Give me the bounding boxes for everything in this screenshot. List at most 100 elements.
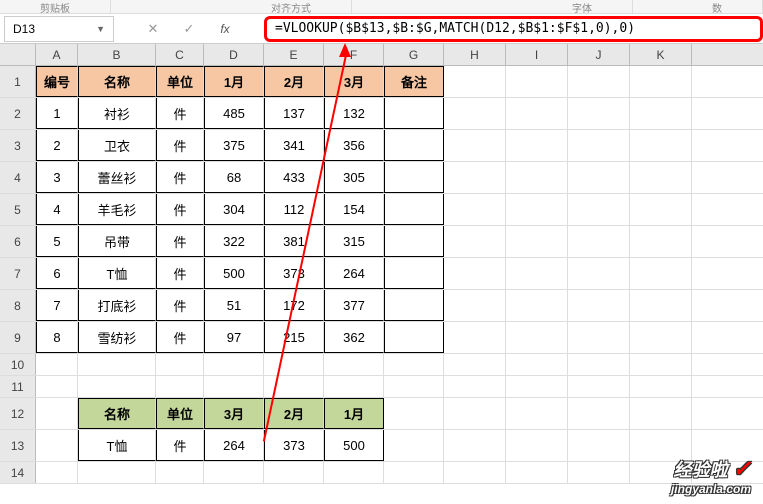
cell-H5[interactable]	[444, 194, 506, 225]
cancel-icon[interactable]: ✕	[144, 20, 162, 38]
cell-F6[interactable]: 315	[324, 226, 384, 257]
cell-J6[interactable]	[568, 226, 630, 257]
fx-icon[interactable]: fx	[216, 20, 234, 38]
cell-G8[interactable]	[384, 290, 444, 321]
cell-E6[interactable]: 381	[264, 226, 324, 257]
col-header-H[interactable]: H	[444, 44, 506, 65]
cell-G7[interactable]	[384, 258, 444, 289]
cell-G9[interactable]	[384, 322, 444, 353]
cell-D8[interactable]: 51	[204, 290, 264, 321]
col-header-K[interactable]: K	[630, 44, 692, 65]
col-header-D[interactable]: D	[204, 44, 264, 65]
col-header-F[interactable]: F	[324, 44, 384, 65]
cell-K5[interactable]	[630, 194, 692, 225]
cell-H6[interactable]	[444, 226, 506, 257]
cell-A5[interactable]: 4	[36, 194, 78, 225]
cell-A6[interactable]: 5	[36, 226, 78, 257]
cell-B12[interactable]: 名称	[78, 398, 156, 429]
cell-D5[interactable]: 304	[204, 194, 264, 225]
cell-I9[interactable]	[506, 322, 568, 353]
col-header-E[interactable]: E	[264, 44, 324, 65]
cell-C4[interactable]: 件	[156, 162, 204, 193]
cell-H7[interactable]	[444, 258, 506, 289]
cell-I5[interactable]	[506, 194, 568, 225]
cell-C3[interactable]: 件	[156, 130, 204, 161]
col-header-G[interactable]: G	[384, 44, 444, 65]
cell-D12[interactable]: 3月	[204, 398, 264, 429]
row-header-3[interactable]: 3	[0, 130, 36, 161]
cell-B6[interactable]: 吊带	[78, 226, 156, 257]
cell-A12[interactable]	[36, 398, 78, 429]
cell-J2[interactable]	[568, 98, 630, 129]
cell-G4[interactable]	[384, 162, 444, 193]
cell-I8[interactable]	[506, 290, 568, 321]
cell-G1[interactable]: 备注	[384, 66, 444, 97]
cell-J7[interactable]	[568, 258, 630, 289]
cell-J4[interactable]	[568, 162, 630, 193]
cell-K8[interactable]	[630, 290, 692, 321]
cell-B4[interactable]: 蕾丝衫	[78, 162, 156, 193]
cell-A9[interactable]: 8	[36, 322, 78, 353]
cell-D13[interactable]: 264	[204, 430, 264, 461]
cell-E13[interactable]: 373	[264, 430, 324, 461]
name-box[interactable]: D13 ▼	[4, 16, 114, 42]
cell-H3[interactable]	[444, 130, 506, 161]
cell-F4[interactable]: 305	[324, 162, 384, 193]
cell-J3[interactable]	[568, 130, 630, 161]
select-all-corner[interactable]	[0, 44, 36, 65]
cell-C8[interactable]: 件	[156, 290, 204, 321]
row-header-11[interactable]: 11	[0, 376, 36, 397]
cell-D6[interactable]: 322	[204, 226, 264, 257]
cell-G5[interactable]	[384, 194, 444, 225]
cell-K7[interactable]	[630, 258, 692, 289]
cell-C12[interactable]: 单位	[156, 398, 204, 429]
cell-E1[interactable]: 2月	[264, 66, 324, 97]
col-header-I[interactable]: I	[506, 44, 568, 65]
col-header-J[interactable]: J	[568, 44, 630, 65]
cell-D4[interactable]: 68	[204, 162, 264, 193]
cell-B1[interactable]: 名称	[78, 66, 156, 97]
row-header-6[interactable]: 6	[0, 226, 36, 257]
cell-J9[interactable]	[568, 322, 630, 353]
cell-J8[interactable]	[568, 290, 630, 321]
cell-C1[interactable]: 单位	[156, 66, 204, 97]
cell-H4[interactable]	[444, 162, 506, 193]
cell-K1[interactable]	[630, 66, 692, 97]
col-header-C[interactable]: C	[156, 44, 204, 65]
cell-I2[interactable]	[506, 98, 568, 129]
cell-E3[interactable]: 341	[264, 130, 324, 161]
cell-F1[interactable]: 3月	[324, 66, 384, 97]
cell-E7[interactable]: 373	[264, 258, 324, 289]
row-header-1[interactable]: 1	[0, 66, 36, 97]
cell-E2[interactable]: 137	[264, 98, 324, 129]
cell-H9[interactable]	[444, 322, 506, 353]
cell-H8[interactable]	[444, 290, 506, 321]
row-header-14[interactable]: 14	[0, 462, 36, 483]
cell-I3[interactable]	[506, 130, 568, 161]
cell-D9[interactable]: 97	[204, 322, 264, 353]
cell-I6[interactable]	[506, 226, 568, 257]
row-header-4[interactable]: 4	[0, 162, 36, 193]
cell-H2[interactable]	[444, 98, 506, 129]
cell-G2[interactable]	[384, 98, 444, 129]
cell-J1[interactable]	[568, 66, 630, 97]
cell-K6[interactable]	[630, 226, 692, 257]
cell-B13[interactable]: T恤	[78, 430, 156, 461]
cell-F3[interactable]: 356	[324, 130, 384, 161]
cell-F8[interactable]: 377	[324, 290, 384, 321]
row-header-2[interactable]: 2	[0, 98, 36, 129]
col-header-B[interactable]: B	[78, 44, 156, 65]
cell-A1[interactable]: 编号	[36, 66, 78, 97]
cell-F5[interactable]: 154	[324, 194, 384, 225]
row-header-8[interactable]: 8	[0, 290, 36, 321]
name-box-dropdown-icon[interactable]: ▼	[96, 24, 105, 34]
cell-A8[interactable]: 7	[36, 290, 78, 321]
cell-C6[interactable]: 件	[156, 226, 204, 257]
cell-D7[interactable]: 500	[204, 258, 264, 289]
cell-J5[interactable]	[568, 194, 630, 225]
cell-H1[interactable]	[444, 66, 506, 97]
cell-A4[interactable]: 3	[36, 162, 78, 193]
cell-B2[interactable]: 衬衫	[78, 98, 156, 129]
cell-I7[interactable]	[506, 258, 568, 289]
cell-D2[interactable]: 485	[204, 98, 264, 129]
